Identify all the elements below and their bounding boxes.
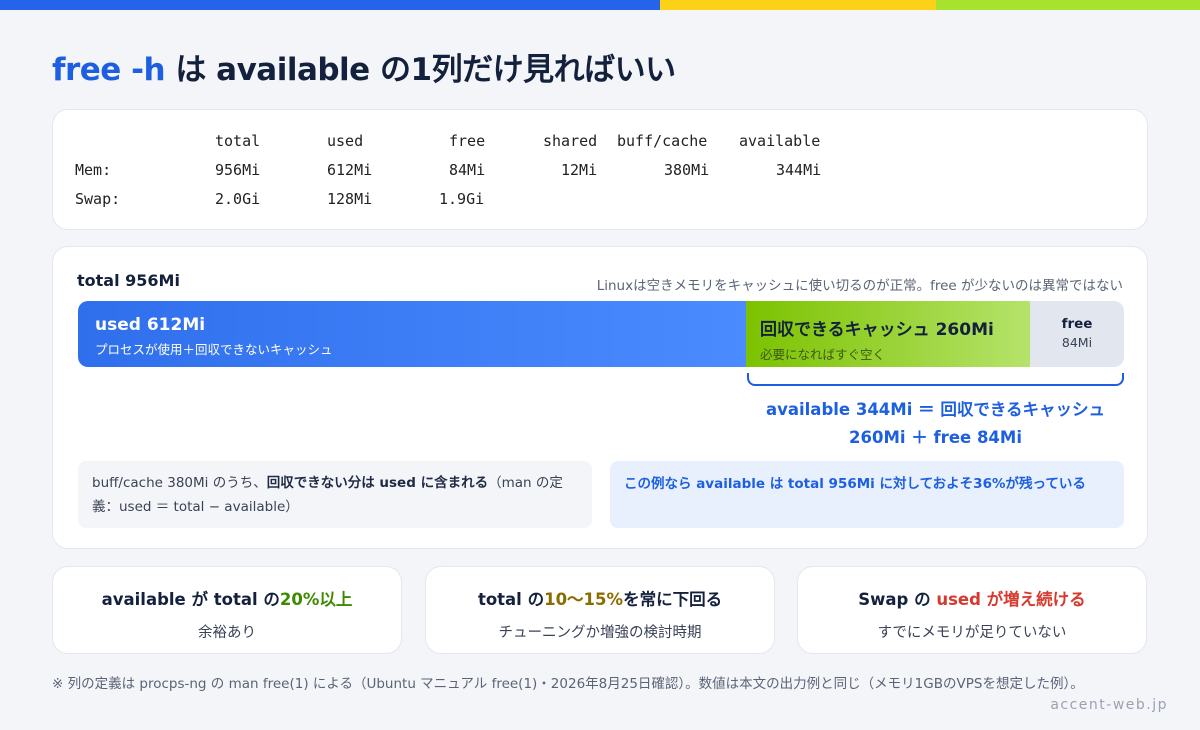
mem-buff-cache: 380Mi [664,161,710,179]
memory-stacked-bar: used 612Mi プロセスが使用＋回収できないキャッシュ 回収できるキャッシ… [78,301,1124,367]
cache-segment-sub: 必要になればすぐ空く [760,347,886,362]
mem-available: 344Mi [776,161,822,179]
threshold-card-healthy: available が total の20%以上 余裕あり [52,566,402,654]
top-bar-blue [0,0,660,10]
threshold-card-healthy-heading: available が total の20%以上 [53,586,401,610]
threshold-card-warning: total の10〜15%を常に下回る チューニングか増強の検討時期 [425,566,775,654]
header-buff-cache: buff/cache [617,132,708,150]
title-command: free -h [52,52,166,88]
site-brand: accent-web.jp [1050,697,1168,713]
mem-used: 612Mi [327,161,373,179]
header-used: used [327,132,364,150]
available-formula-line2: 260Mi ＋ free 84Mi [849,428,1022,447]
mem-free: 84Mi [449,161,486,179]
title-rest: は available の1列だけ見ればいい [165,52,676,88]
free-output-card: total used free shared buff/cache availa… [52,109,1148,230]
card1-pre: available が total の [101,590,280,609]
free-segment-sub: 84Mi [1061,335,1093,350]
header-total: total [215,132,261,150]
used-segment-sub: プロセスが使用＋回収できないキャッシュ [95,342,333,357]
buff-cache-note-bold: 回収できない分は used に含まれる [266,475,489,491]
card3-accent: used が増え続ける [936,590,1086,609]
used-segment-title: used 612Mi [95,315,206,335]
swap-used: 128Mi [327,190,373,208]
card2-accent: 10〜15% [544,590,624,609]
available-percent-note: この例なら available は total 956Mi に対しておよそ36%… [610,461,1124,528]
card1-accent: 20%以上 [279,590,353,609]
free-segment: free 84Mi [1030,301,1124,367]
card2-pre: total の [477,590,545,609]
page-title: free -h は available の1列だけ見ればいい [52,44,676,89]
used-segment: used 612Mi プロセスが使用＋回収できないキャッシュ [78,301,746,367]
threshold-card-critical: Swap の used が増え続ける すでにメモリが足りていない [797,566,1147,654]
threshold-card-warning-heading: total の10〜15%を常に下回る [426,586,774,610]
footnote: ※ 列の定義は procps-ng の man free(1) による（Ubun… [52,676,1084,692]
swap-total: 2.0Gi [215,190,261,208]
reclaimable-cache-segment: 回収できるキャッシュ 260Mi 必要になればすぐ空く [746,301,1030,367]
top-bar-green [936,0,1200,10]
mem-total: 956Mi [215,161,261,179]
row-swap-label: Swap: [75,190,121,208]
top-bar-yellow [660,0,936,10]
free-segment-title: free [1061,316,1093,332]
available-bracket [747,373,1124,386]
swap-free: 1.9Gi [439,190,485,208]
buff-cache-note-pre: buff/cache 380Mi のうち、 [92,475,267,491]
top-color-bar [0,0,1200,10]
header-shared: shared [543,132,598,150]
normal-usage-note: Linuxは空きメモリをキャッシュに使い切るのが正常。free が少ないのは異常… [596,278,1123,294]
total-label: total 956Mi [77,271,180,290]
threshold-card-critical-desc: すでにメモリが足りていない [877,625,1067,641]
card3-pre: Swap の [858,590,937,609]
row-mem-label: Mem: [75,161,112,179]
memory-bar-card: total 956Mi Linuxは空きメモリをキャッシュに使い切るのが正常。f… [52,246,1148,549]
available-formula: available 344Mi ＝ 回収できるキャッシュ 260Mi ＋ fre… [747,396,1124,452]
threshold-card-critical-heading: Swap の used が増え続ける [798,586,1146,610]
header-free: free [449,132,486,150]
card2-post: を常に下回る [623,590,723,609]
buff-cache-note: buff/cache 380Mi のうち、回収できない分は used に含まれる… [78,461,592,528]
mem-shared: 12Mi [561,161,598,179]
threshold-card-warning-desc: チューニングか増強の検討時期 [498,625,702,641]
cache-segment-title: 回収できるキャッシュ 260Mi [760,320,994,340]
threshold-card-healthy-desc: 余裕あり [198,625,256,641]
available-formula-line1: available 344Mi ＝ 回収できるキャッシュ [765,400,1106,419]
header-available: available [739,132,821,150]
